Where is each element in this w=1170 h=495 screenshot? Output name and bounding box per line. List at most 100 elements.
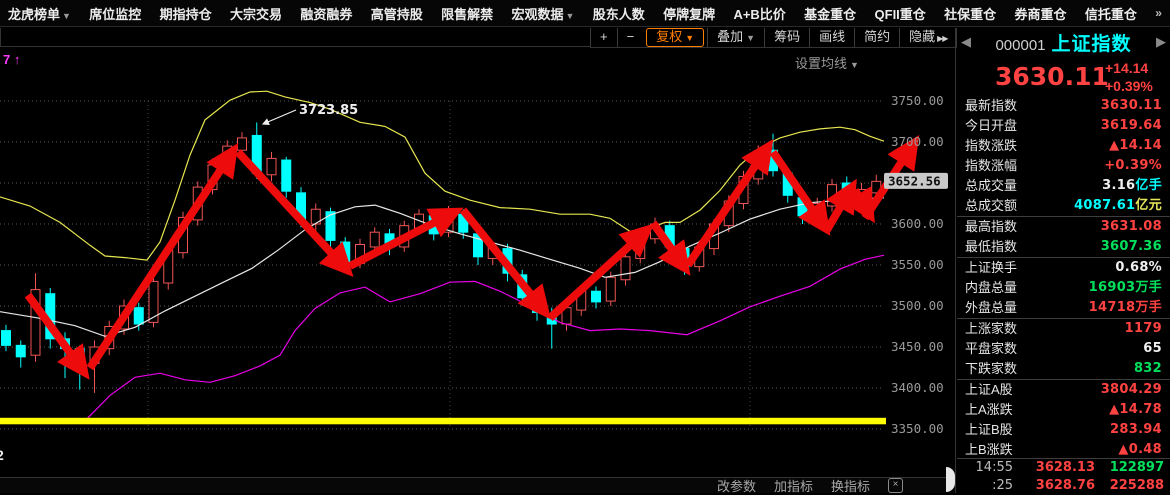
chevron-down-icon: ▼ xyxy=(62,11,71,21)
stat-label: 外盘总量 xyxy=(965,298,1017,318)
axis-label: 3500.00 xyxy=(891,298,944,313)
menu-item-7[interactable]: 宏观数据▼ xyxy=(511,4,574,23)
menu-overflow-button[interactable]: » xyxy=(1155,6,1162,20)
stat-value-part: 3630.11 xyxy=(1101,98,1162,113)
menu-item-2[interactable]: 期指持仓 xyxy=(160,4,212,23)
band-lower xyxy=(85,255,884,421)
tick-volume: 225288 xyxy=(1095,477,1170,495)
axis-label: 3750.00 xyxy=(891,93,944,108)
annotation-label: 3723.85 xyxy=(299,103,358,118)
candle xyxy=(2,325,11,351)
add-indicator-button[interactable]: 加指标 xyxy=(774,476,813,495)
app-window: 龙虎榜单▼ 席位监控期指持仓大宗交易融资融券高管持股限售解禁宏观数据▼ 股东人数停牌… xyxy=(0,0,1170,493)
price-chart[interactable]: 3723.853750.003700.003650.003600.003550.… xyxy=(0,48,952,477)
stat-row: 上涨家数 1179 xyxy=(957,318,1170,339)
stat-value-part: 832 xyxy=(1134,361,1162,376)
price-change-percent: +0.39% xyxy=(1105,78,1153,94)
stat-value-part: 3804.29 xyxy=(1101,382,1162,397)
next-stock-button[interactable]: ▶ xyxy=(1156,34,1166,50)
stat-label: 今日开盘 xyxy=(965,116,1017,136)
stat-value-part: 3631.08 xyxy=(1101,219,1162,234)
stat-value-part: 14718万手 xyxy=(1089,300,1162,315)
stat-row: 上证A股3804.29 xyxy=(957,379,1170,400)
overlay-button[interactable]: 叠加▼ xyxy=(707,28,764,47)
trend-arrow xyxy=(688,147,768,265)
stat-value: 1179 xyxy=(1125,319,1162,339)
stat-row: 内盘总量16903万手 xyxy=(957,278,1170,298)
stat-label: 总成交额 xyxy=(965,196,1017,216)
stat-label: 总成交量 xyxy=(965,176,1017,196)
stat-label: 上证换手 xyxy=(965,258,1017,278)
stat-value: 14718万手 xyxy=(1089,298,1162,318)
stat-value: 832 xyxy=(1134,359,1162,379)
simple-mode-button[interactable]: 简约 xyxy=(854,28,899,47)
chart-toolbar: + − 复权▼ 叠加▼ 筹码 画线 简约 隐藏▶▶ xyxy=(590,28,989,48)
stat-row: 上证换手0.68% xyxy=(957,257,1170,278)
menu-item-4[interactable]: 融资融券 xyxy=(300,4,352,23)
stat-row: 总成交额4087.61亿元 xyxy=(957,196,1170,216)
stock-title: 000001 上证指数 xyxy=(995,29,1131,56)
change-params-button[interactable]: 改参数 xyxy=(717,476,756,495)
indicator-bottom-bar: 改参数 加指标 换指标 × xyxy=(0,477,955,493)
toolbar-spacer xyxy=(0,28,590,47)
price-block: 3630.11 +14.14 +0.39% xyxy=(957,56,1170,96)
prev-stock-button[interactable]: ◀ xyxy=(961,34,971,50)
ma-settings-button[interactable]: 设置均线▼ xyxy=(795,53,859,72)
chevron-down-icon: ▼ xyxy=(746,33,755,43)
stat-label: 指数涨跌 xyxy=(965,136,1017,156)
candle xyxy=(16,340,25,367)
zoom-in-button[interactable]: + xyxy=(590,28,617,47)
candle xyxy=(592,286,601,308)
stat-value: 3804.29 xyxy=(1101,380,1162,400)
axis-label: 3400.00 xyxy=(891,380,944,395)
tick-row: :253628.76225288 xyxy=(957,477,1170,495)
stat-value-part: 亿元 xyxy=(1135,198,1162,213)
menu-item-6[interactable]: 限售解禁 xyxy=(441,4,493,23)
axis-label: 3450.00 xyxy=(891,339,944,354)
trend-arrow xyxy=(773,152,825,228)
stat-row: 上证B股283.94 xyxy=(957,420,1170,440)
stat-row: 今日开盘 3619.64 xyxy=(957,116,1170,136)
stat-value-part: +0.39% xyxy=(1104,158,1162,173)
menu-item-5[interactable]: 高管持股 xyxy=(371,4,423,23)
draw-line-button[interactable]: 画线 xyxy=(809,28,854,47)
menu-item-10[interactable]: A+B比价 xyxy=(733,4,785,23)
stat-value: 16903万手 xyxy=(1089,278,1162,298)
menu-item-3[interactable]: 大宗交易 xyxy=(230,4,282,23)
stat-value: ▲14.14 xyxy=(1109,136,1162,156)
stat-row: 最高指数3631.08 xyxy=(957,216,1170,237)
menu-item-0[interactable]: 龙虎榜单▼ xyxy=(8,4,71,23)
stock-code: 000001 xyxy=(995,37,1045,54)
menu-item-14[interactable]: 券商重仓 xyxy=(1015,4,1067,23)
menu-item-8[interactable]: 股东人数 xyxy=(593,4,645,23)
stat-value: 3.16亿手 xyxy=(1102,176,1162,196)
axis-label: 3700.00 xyxy=(891,134,944,149)
support-line[interactable] xyxy=(0,418,886,425)
tick-list: 14:553628.13122897:253628.76225288 xyxy=(957,458,1170,495)
chevron-down-icon: ▼ xyxy=(565,11,574,21)
clipped-character: 2 xyxy=(0,447,4,463)
chips-button[interactable]: 筹码 xyxy=(764,28,809,47)
stat-label: 最新指数 xyxy=(965,96,1017,116)
stat-value-part: 1179 xyxy=(1125,321,1162,336)
close-icon[interactable]: × xyxy=(888,478,903,493)
stat-value: 3631.08 xyxy=(1101,217,1162,237)
stat-value-part: ▲0.48 xyxy=(1118,442,1162,457)
axis-label: 3350.00 xyxy=(891,421,944,436)
menu-item-13[interactable]: 社保重仓 xyxy=(944,4,996,23)
menu-item-1[interactable]: 席位监控 xyxy=(89,4,141,23)
menu-item-15[interactable]: 信托重仓 xyxy=(1085,4,1137,23)
zoom-out-button[interactable]: − xyxy=(617,28,644,47)
stat-label: 上证B股 xyxy=(965,420,1013,440)
stat-row: 指数涨跌 ▲14.14 xyxy=(957,136,1170,156)
menu-item-12[interactable]: QFII重仓 xyxy=(875,4,926,23)
stat-value: ▲14.78 xyxy=(1109,400,1162,420)
quote-panel: ◀ 000001 上证指数 ▶ 3630.11 +14.14 +0.39% 最新… xyxy=(957,28,1170,493)
stat-value: 3619.64 xyxy=(1101,116,1162,136)
menu-item-11[interactable]: 基金重仓 xyxy=(804,4,856,23)
stat-label: 上涨家数 xyxy=(965,319,1017,339)
hide-button[interactable]: 隐藏▶▶ xyxy=(899,28,956,47)
adjust-rights-button[interactable]: 复权▼ xyxy=(646,28,704,47)
switch-indicator-button[interactable]: 换指标 xyxy=(831,476,870,495)
menu-item-9[interactable]: 停牌复牌 xyxy=(663,4,715,23)
